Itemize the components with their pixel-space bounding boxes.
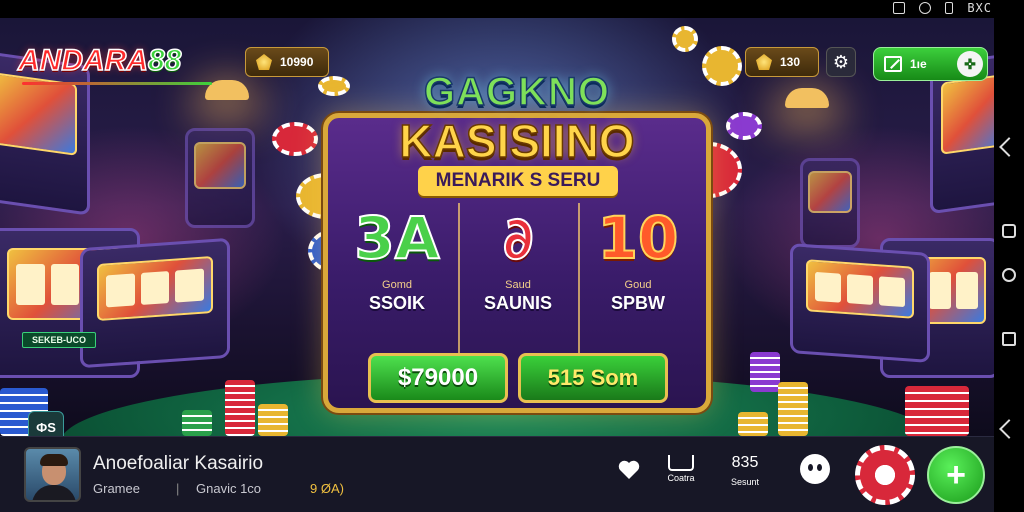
slot-machine xyxy=(790,243,930,363)
column-label: SSOIK xyxy=(368,293,425,313)
status-bar: BXC xyxy=(0,0,1024,18)
column-small-text: Saud xyxy=(505,279,531,291)
slot-machine xyxy=(800,158,860,248)
profile-edit-button[interactable]: 1ıе ✜ xyxy=(873,47,988,81)
promo-column: 10 Goud SPBW xyxy=(578,203,696,353)
promo-column: 3A Gomd SSOIK xyxy=(338,203,456,353)
status-text: BXC xyxy=(967,1,992,15)
system-nav-bar xyxy=(994,18,1024,512)
column-label: SAUNIS xyxy=(483,293,552,313)
chip-stack xyxy=(738,412,768,436)
edit-icon xyxy=(884,56,902,72)
link-icon xyxy=(919,2,932,14)
avatar[interactable] xyxy=(24,447,81,502)
cart-icon xyxy=(668,455,694,471)
game-category: Gramee xyxy=(93,481,140,496)
plus-icon: + xyxy=(946,455,966,494)
promo-title-line1: GAGKNO xyxy=(423,69,610,115)
casino-chip xyxy=(272,122,318,156)
favorite-button[interactable] xyxy=(606,451,652,481)
promo-title-line2: KASISIINO xyxy=(399,114,636,168)
battery-icon xyxy=(945,2,954,14)
game-rating: 9 ØA) xyxy=(310,481,344,496)
star-icon xyxy=(756,54,772,70)
face-icon xyxy=(800,454,830,484)
column-big-text: ∂ xyxy=(497,201,540,275)
balance-value: 10990 xyxy=(280,55,314,69)
menu-dots-icon[interactable]: ✜ xyxy=(957,51,983,77)
game-title: Anoefoaliar Kasairio xyxy=(93,453,264,474)
bottom-bar: Anoefoaliar Kasairio Gramee | Gnavic 1co… xyxy=(0,436,994,512)
casino-chip xyxy=(702,46,742,86)
game-genre: Gnavic 1co xyxy=(196,481,262,496)
slot-machine xyxy=(185,128,255,228)
score-pill[interactable]: 130 xyxy=(745,47,819,77)
balance-pill[interactable]: 10990 xyxy=(245,47,329,77)
menu-icon[interactable] xyxy=(1002,332,1016,346)
recent-apps-icon[interactable] xyxy=(1002,268,1016,282)
settings-button[interactable]: ⚙ xyxy=(826,47,856,77)
add-button[interactable]: + xyxy=(927,446,985,504)
cart-button[interactable]: Coatra xyxy=(658,451,704,483)
score-value: 130 xyxy=(780,55,801,69)
coin-icon xyxy=(256,54,272,70)
profile-edit-label: 1ıе xyxy=(910,57,927,71)
corner-button[interactable]: ФS xyxy=(28,411,64,436)
promo-panel: GAGKNO KASISIINO MENARIK S SERU 3A Gomd … xyxy=(323,69,711,413)
game-scene: ANDARA88 10990 130 ⚙ 1ıе ✜ GAGKNO KASISI… xyxy=(0,18,994,436)
chip-stack xyxy=(905,386,969,436)
spin-button[interactable]: 515 Som xyxy=(518,353,668,403)
machine-badge: SEKEB-UCO xyxy=(22,332,96,348)
amount-button[interactable]: $79000 xyxy=(368,353,508,403)
cart-label: Coatra xyxy=(667,473,695,483)
chip-stack xyxy=(258,404,288,436)
column-big-text: 10 xyxy=(597,203,680,273)
back-icon[interactable] xyxy=(999,137,1019,157)
stats-label: Sesunt xyxy=(730,477,760,487)
slot-machine xyxy=(80,237,230,369)
emote-button[interactable] xyxy=(792,451,838,484)
column-label: SPBW xyxy=(611,293,665,313)
chip-stack xyxy=(225,380,255,436)
meta-separator: | xyxy=(176,481,180,496)
casino-chip xyxy=(726,112,762,140)
gear-icon: ⚙ xyxy=(832,51,850,72)
ceiling-lamp xyxy=(785,88,829,108)
logo-underline xyxy=(22,82,212,85)
chip-stack xyxy=(182,410,212,436)
chip-stack xyxy=(778,382,808,436)
column-big-text: 3A xyxy=(353,203,440,273)
chip-stack xyxy=(750,352,780,392)
casino-chip xyxy=(672,26,698,52)
heart-icon xyxy=(617,457,641,481)
brand-logo[interactable]: ANDARA88 xyxy=(17,43,182,78)
stats-icon: 835 xyxy=(731,454,759,471)
column-small-text: Gomd xyxy=(382,279,412,291)
stats-button[interactable]: 835 Sesunt xyxy=(722,451,768,487)
back-icon[interactable] xyxy=(999,419,1019,439)
column-small-text: Goud xyxy=(624,279,652,291)
promo-subtitle: MENARIK S SERU xyxy=(418,166,618,196)
chip-button[interactable] xyxy=(855,445,915,505)
home-icon[interactable] xyxy=(1002,224,1016,238)
alarm-icon xyxy=(893,2,906,14)
promo-column: ∂ Saud SAUNIS xyxy=(458,201,576,353)
